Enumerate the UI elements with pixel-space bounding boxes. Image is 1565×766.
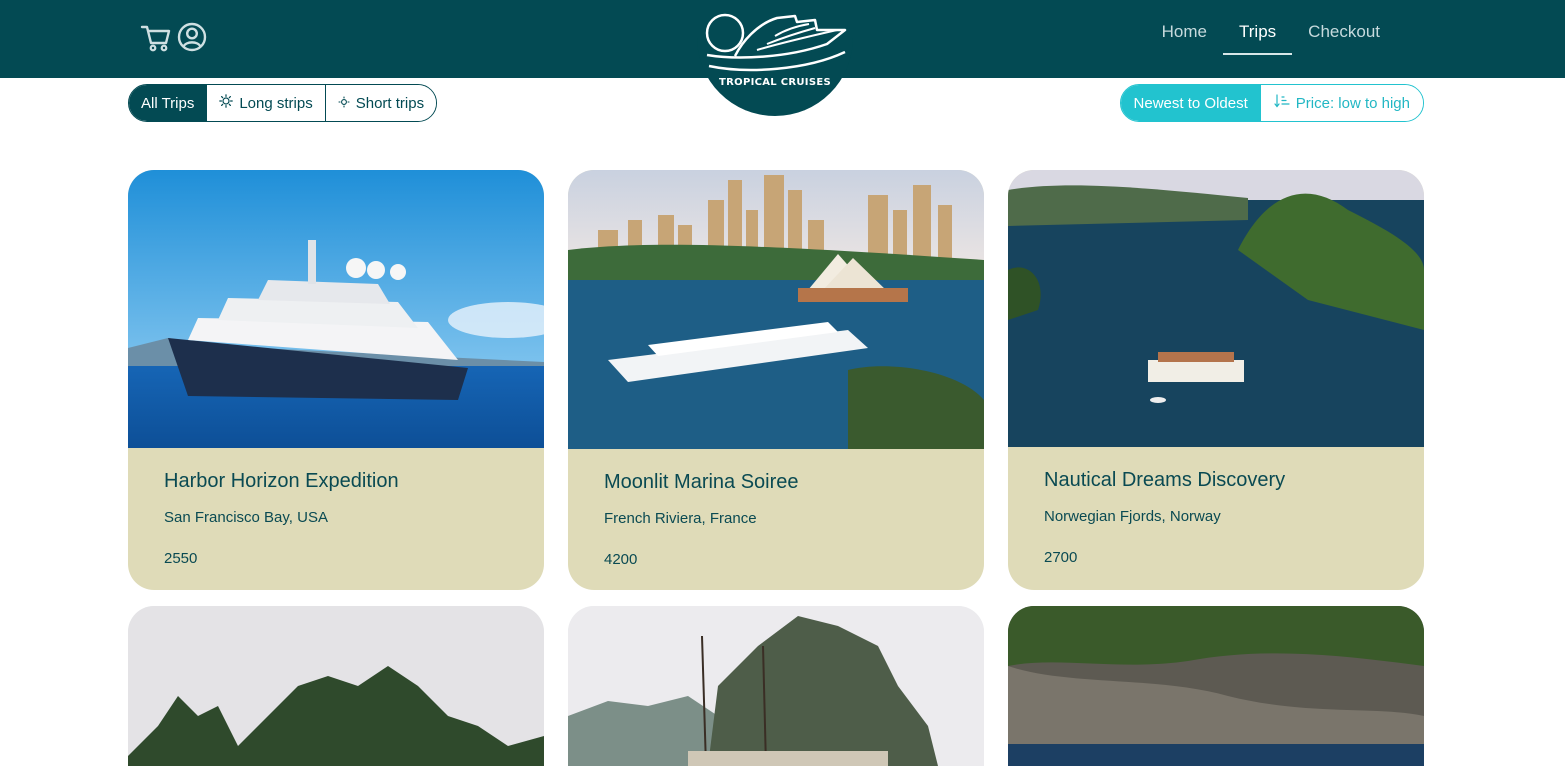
nav-checkout[interactable]: Checkout [1292, 0, 1396, 78]
trip-title: Nautical Dreams Discovery [1044, 469, 1286, 491]
trip-location: French Riviera, France [604, 510, 757, 527]
cart-icon[interactable] [140, 20, 172, 54]
sort-ascending-icon [1274, 94, 1290, 112]
trip-card-image [128, 170, 544, 448]
filter-all-trips[interactable]: All Trips [129, 85, 208, 121]
sort-price-asc[interactable]: Price: low to high [1260, 85, 1423, 121]
trip-card[interactable] [1008, 606, 1424, 766]
trip-card[interactable]: Nautical Dreams Discovery Norwegian Fjor… [1008, 170, 1424, 590]
logo-text: TROPICAL CRUISES [719, 77, 831, 88]
sort-price-asc-label: Price: low to high [1295, 94, 1410, 112]
trip-card-body: Nautical Dreams Discovery Norwegian Fjor… [1008, 447, 1424, 589]
trip-price: 2700 [1044, 549, 1078, 566]
nav-trips[interactable]: Trips [1223, 0, 1293, 78]
trip-location: Norwegian Fjords, Norway [1044, 508, 1221, 525]
trip-price: 2550 [164, 550, 198, 567]
trip-card-image [568, 606, 984, 766]
filter-long-trips[interactable]: Long strips [207, 85, 326, 121]
trip-location: San Francisco Bay, USA [164, 509, 328, 526]
trip-card[interactable]: Moonlit Marina Soiree French Riviera, Fr… [568, 170, 984, 590]
brand-logo[interactable]: TROPICAL CRUISES [697, 0, 853, 116]
user-circle-icon[interactable] [176, 20, 208, 54]
trip-card-body: Harbor Horizon Expedition San Francisco … [128, 448, 544, 590]
filter-long-trips-label: Long strips [239, 94, 313, 112]
small-sun-icon [338, 95, 350, 112]
trip-title: Harbor Horizon Expedition [164, 470, 399, 492]
sun-icon [219, 94, 234, 112]
trip-length-filter: All Trips Long strips Short trips [128, 84, 438, 122]
sort-newest-label: Newest to Oldest [1133, 94, 1248, 112]
sort-options: Newest to Oldest Price: low to high [1119, 84, 1424, 122]
trip-card-body: Moonlit Marina Soiree French Riviera, Fr… [568, 449, 984, 590]
nav-home[interactable]: Home [1146, 0, 1223, 78]
trip-card-image [1008, 606, 1424, 766]
trip-card-image [568, 170, 984, 449]
trip-card[interactable]: Harbor Horizon Expedition San Francisco … [128, 170, 544, 590]
filter-all-trips-label: All Trips [141, 94, 195, 112]
filter-short-trips[interactable]: Short trips [325, 85, 437, 121]
trip-card-image [1008, 170, 1424, 447]
sort-newest[interactable]: Newest to Oldest [1120, 85, 1261, 121]
trip-card[interactable] [128, 606, 544, 766]
header-icons [140, 20, 208, 54]
main-nav: Home Trips Checkout [1146, 0, 1396, 78]
trip-card[interactable] [568, 606, 984, 766]
trip-card-image [128, 606, 544, 766]
cruise-ship-logo-icon [705, 13, 847, 72]
trip-title: Moonlit Marina Soiree [604, 471, 799, 493]
filter-short-trips-label: Short trips [355, 94, 425, 112]
trip-price: 4200 [604, 551, 638, 568]
